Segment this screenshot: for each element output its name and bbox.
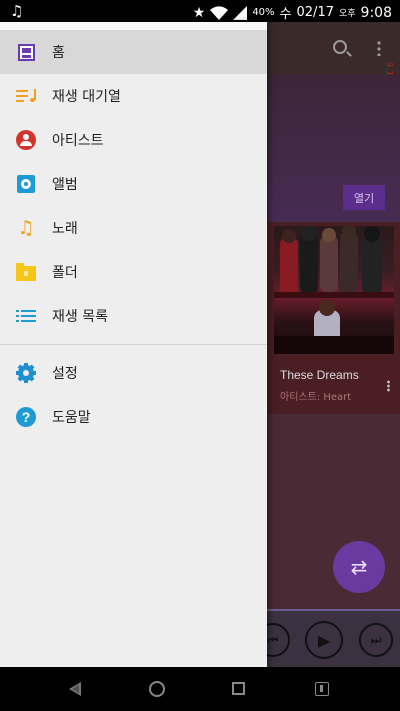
repeat-icon: ⇄ — [350, 555, 368, 579]
drawer-item-label: 노래 — [52, 221, 78, 237]
back-icon[interactable] — [69, 682, 81, 696]
queue-icon — [16, 86, 36, 106]
status-day: 수 — [279, 7, 292, 22]
playlist-icon — [16, 306, 36, 326]
overflow-menu-icon[interactable] — [377, 40, 381, 56]
drawer-item-artists[interactable]: 아티스트 — [0, 118, 267, 162]
drawer-item-label: 재생 목록 — [52, 309, 108, 325]
track-title: These Dreams — [280, 368, 359, 382]
battery-percent: 40% — [252, 7, 275, 18]
drawer-item-label: 폴더 — [52, 265, 78, 281]
signal-icon — [233, 5, 248, 20]
drawer-item-queue[interactable]: 재생 대기열 — [0, 74, 267, 118]
drawer-top-strip — [0, 22, 267, 30]
card-more-icon[interactable] — [387, 380, 390, 392]
home-icon — [16, 42, 36, 62]
drawer-item-songs[interactable]: ♫ 노래 — [0, 206, 267, 250]
help-icon: ? — [16, 407, 36, 427]
drawer-item-playlists[interactable]: 재생 목록 — [0, 294, 267, 338]
folder-icon — [16, 262, 36, 282]
album-icon — [16, 174, 36, 194]
shuffle-fab[interactable]: ⇄ — [333, 541, 385, 593]
drawer-item-folders[interactable]: 폴더 — [0, 250, 267, 294]
play-button[interactable]: ▶ — [305, 621, 343, 659]
drawer-item-label: 홈 — [52, 45, 65, 61]
drawer-item-albums[interactable]: 앨범 — [0, 162, 267, 206]
star-icon: ★ — [192, 4, 206, 21]
album-card[interactable]: These Dreams 아티스트: Heart — [268, 222, 400, 414]
status-time: 9:08 — [360, 4, 392, 21]
recent-apps-icon[interactable] — [232, 682, 245, 695]
drawer-item-settings[interactable]: 설정 — [0, 351, 267, 395]
drawer-item-label: 도움말 — [52, 410, 91, 426]
home-circle-icon[interactable] — [149, 681, 165, 697]
music-note-icon: ♫ — [17, 217, 35, 239]
drawer-item-help[interactable]: ? 도움말 — [0, 395, 267, 439]
music-notification-icon: ♫ — [10, 2, 24, 20]
open-button[interactable]: 열기 — [343, 185, 385, 210]
next-button[interactable]: ⏭ — [359, 623, 393, 657]
small-apps-icon[interactable] — [315, 682, 329, 696]
status-date: 02/17 — [296, 5, 334, 20]
track-artist: 아티스트: Heart — [280, 392, 352, 403]
status-icons: ★ 40% 수 02/17 오후 9:08 — [192, 3, 392, 23]
drawer-item-label: 아티스트 — [52, 133, 104, 149]
gear-icon — [16, 363, 36, 383]
drawer-item-label: 재생 대기열 — [52, 89, 121, 105]
artist-icon — [16, 130, 36, 150]
system-nav-bar — [0, 667, 400, 711]
album-art — [274, 224, 394, 354]
drawer-divider — [0, 344, 267, 345]
status-ampm: 오후 — [338, 9, 356, 19]
drawer-item-home[interactable]: 홈 — [0, 30, 267, 74]
search-icon[interactable] — [333, 40, 347, 54]
navigation-drawer: 홈 재생 대기열 아티스트 앨범 ♫ 노래 폴더 재생 목록 설정 ? 도움말 — [0, 22, 267, 667]
album-art-figures — [274, 224, 394, 354]
drawer-item-label: 설정 — [52, 366, 78, 382]
wifi-icon — [210, 5, 229, 20]
drawer-item-label: 앨범 — [52, 177, 78, 193]
status-bar: ♫ ★ 40% 수 02/17 오후 9:08 — [0, 0, 400, 22]
